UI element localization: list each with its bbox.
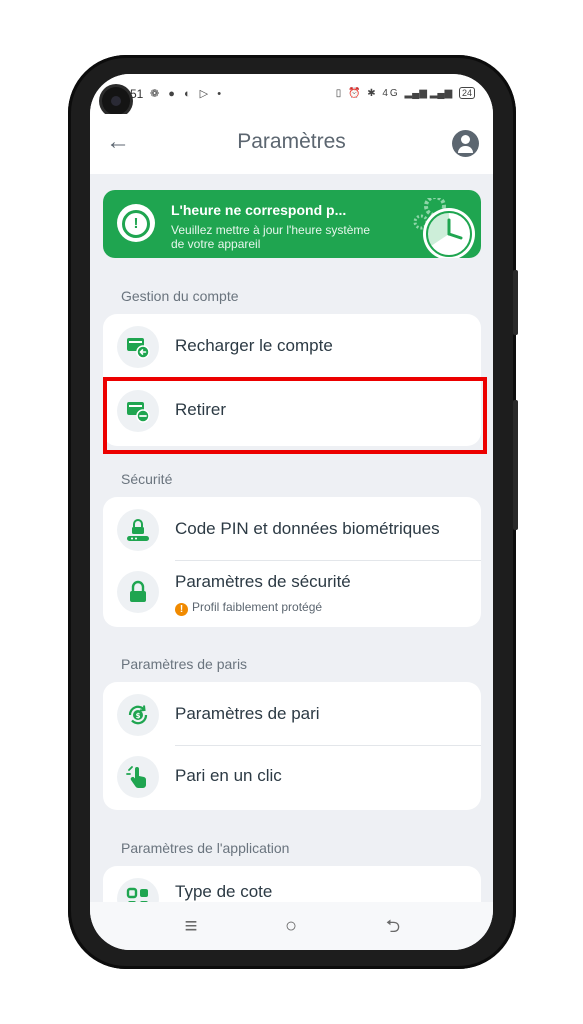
clock-gears-icon	[413, 198, 475, 258]
banner-title: L'heure ne correspond p...	[171, 202, 347, 218]
tap-finger-icon	[117, 756, 159, 798]
lock-icon	[117, 571, 159, 613]
notification-icons: ❁ ● ◐ ▷ •	[150, 88, 225, 100]
system-nav-bar: ≡ ○ ⮌	[90, 902, 493, 950]
section-label-app: Paramètres de l'application	[121, 840, 290, 856]
item-label: Pari en un clic	[175, 766, 282, 785]
item-recharger-compte[interactable]: Recharger le compte	[103, 316, 481, 378]
item-label: Type de cote	[175, 882, 273, 901]
section-label-account: Gestion du compte	[121, 288, 239, 304]
app-header: ← Paramètres	[90, 114, 493, 174]
item-label: Recharger le compte	[175, 336, 333, 355]
wallet-deposit-icon	[117, 326, 159, 368]
item-code-pin[interactable]: Code PIN et données biométriques	[103, 499, 481, 561]
item-label: Paramètres de sécurité	[175, 572, 351, 591]
highlight-box	[103, 377, 487, 454]
coin-cycle-icon: $	[117, 694, 159, 736]
user-circle-icon[interactable]	[452, 130, 479, 157]
exclamation-icon: !	[117, 204, 155, 242]
status-time: 51	[130, 87, 144, 101]
security-warning-text: Profil faiblement protégé	[192, 600, 323, 614]
item-pari-un-clic[interactable]: Pari en un clic	[103, 746, 481, 808]
page-title: Paramètres	[237, 130, 346, 153]
warning-icon: !	[175, 603, 188, 616]
time-warning-banner[interactable]: ! L'heure ne correspond p... Veuillez me…	[103, 190, 481, 258]
pin-lock-icon	[117, 509, 159, 551]
status-icons: ▯ ⏰ ✱ 4G	[335, 88, 400, 99]
banner-subtitle: Veuillez mettre à jour l'heure système d…	[171, 223, 371, 251]
menu-icon[interactable]: ≡	[179, 914, 203, 938]
home-icon[interactable]: ○	[279, 914, 303, 938]
back-icon[interactable]: ⮌	[381, 914, 405, 938]
item-label: Code PIN et données biométriques	[175, 519, 440, 538]
front-camera	[102, 87, 130, 115]
power-button	[513, 400, 518, 530]
volume-button	[513, 270, 518, 335]
security-warning: ! Profil faiblement protégé	[175, 600, 322, 616]
battery-icon: 24	[458, 87, 475, 99]
item-label: Paramètres de pari	[175, 704, 320, 723]
section-label-betting: Paramètres de paris	[121, 656, 248, 672]
item-parametres-pari[interactable]: $ Paramètres de pari	[103, 684, 481, 746]
system-icons: ▯ ⏰ ✱ 4G ▂▄▆ ▂▄▆ 24	[336, 87, 475, 99]
section-label-security: Sécurité	[121, 471, 173, 487]
card-security: Code PIN et données biométriques Paramèt…	[103, 497, 481, 627]
screen: 51 ❁ ● ◐ ▷ • ▯ ⏰ ✱ 4G ▂▄▆ ▂▄▆ 24 ← Param…	[90, 74, 493, 950]
item-parametres-securite[interactable]: Paramètres de sécurité ! Profil faiblemen…	[103, 561, 481, 623]
card-betting: $ Paramètres de pari Pari en un clic	[103, 682, 481, 810]
svg-text:$: $	[136, 712, 141, 720]
status-bar: 51 ❁ ● ◐ ▷ • ▯ ⏰ ✱ 4G ▂▄▆ ▂▄▆ 24	[90, 74, 493, 115]
